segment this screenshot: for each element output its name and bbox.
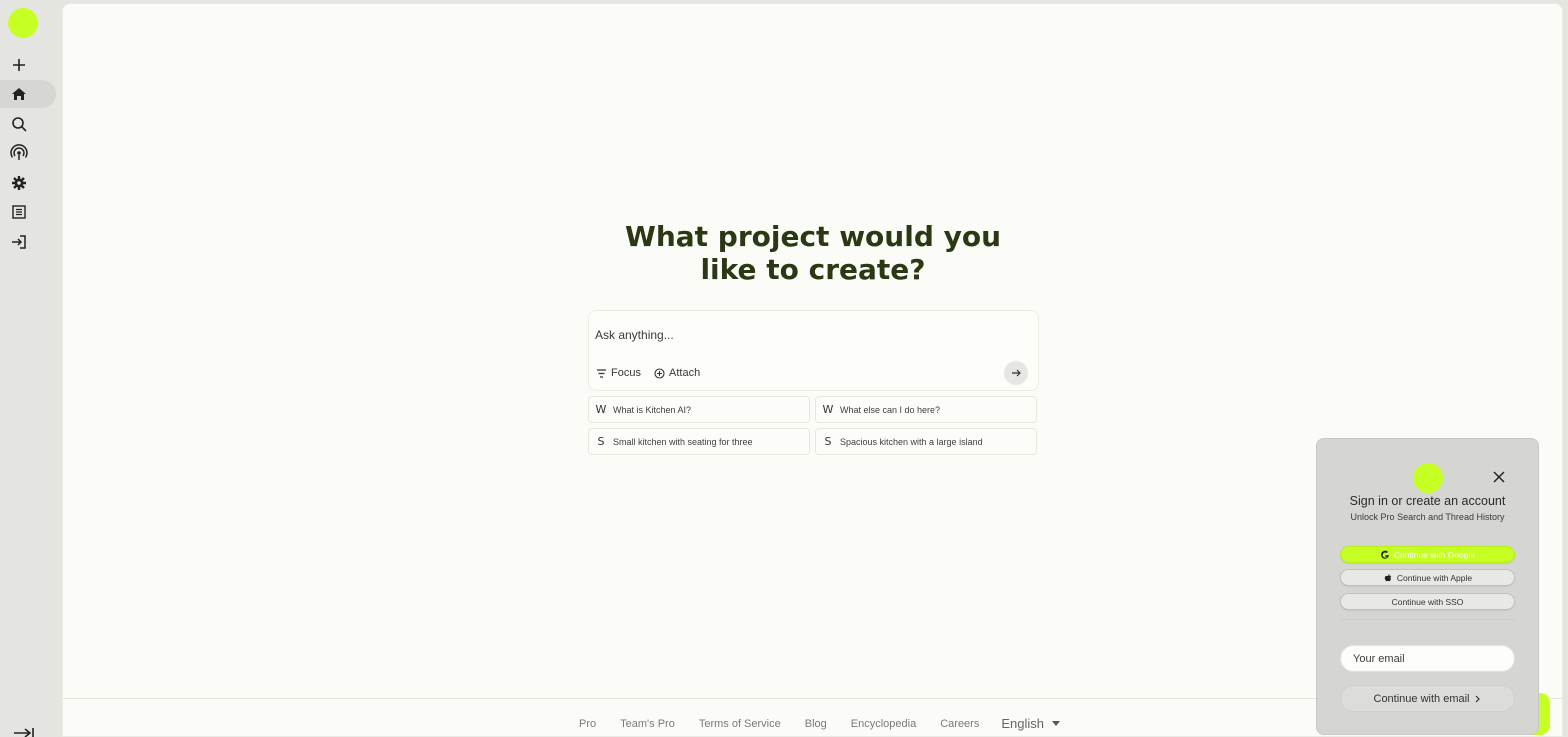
close-icon[interactable] [1491, 469, 1507, 485]
login-icon [12, 235, 26, 249]
modal-divider [1340, 619, 1515, 620]
suggestion-text: Small kitchen with seating for three [613, 436, 753, 447]
suggestion-text: Spacious kitchen with a large island [840, 436, 983, 447]
language-label: English [1001, 716, 1044, 731]
footer-link-pro[interactable]: Pro [579, 718, 596, 730]
continue-email-button[interactable]: Continue with email [1340, 685, 1515, 712]
suggestion-letter: W [822, 403, 834, 416]
focus-label: Focus [611, 367, 641, 379]
continue-google-button[interactable]: Continue with Google [1340, 546, 1515, 563]
continue-apple-button[interactable]: Continue with Apple [1340, 569, 1515, 586]
search-icon [12, 117, 27, 132]
composer: Focus Attach [588, 310, 1039, 391]
modal-subtitle: Unlock Pro Search and Thread History [1350, 512, 1505, 522]
chevron-right-icon [1475, 695, 1480, 702]
sidebar [0, 0, 62, 737]
attach-label: Attach [669, 367, 701, 379]
suggestion-letter: S [597, 435, 605, 448]
suggestion-text: What else can I do here? [840, 404, 941, 415]
footer-link-terms[interactable]: Terms of Service [699, 718, 781, 730]
modal-title: Sign in or create an account [1349, 494, 1506, 508]
apple-icon [1384, 573, 1392, 581]
submit-button[interactable] [1004, 361, 1028, 385]
suggestion-item[interactable]: S Spacious kitchen with a large island [815, 428, 1037, 455]
footer-link-careers[interactable]: Careers [940, 718, 979, 730]
suggestion-letter: W [595, 403, 607, 416]
arrow-right-icon [1012, 369, 1021, 377]
suggestion-text: What is Kitchen AI? [613, 404, 692, 415]
apple-label: Continue with Apple [1396, 572, 1473, 583]
list-icon [12, 205, 26, 219]
sso-label: Continue with SSO [1391, 596, 1464, 607]
suggestion-item[interactable]: W What else can I do here? [815, 396, 1037, 423]
sidebar-item-home[interactable] [0, 80, 56, 108]
continue-sso-button[interactable]: Continue with SSO [1340, 593, 1515, 610]
footer-link-blog[interactable]: Blog [805, 718, 827, 730]
filter-icon [597, 368, 606, 378]
plus-circle-icon [654, 367, 665, 379]
email-field[interactable] [1340, 645, 1515, 672]
sidebar-item-discover[interactable] [0, 139, 56, 167]
google-label: Continue with Google [1393, 549, 1476, 560]
collapse-arrow-icon[interactable] [12, 724, 36, 737]
gear-icon [12, 176, 26, 190]
caret-down-icon [1051, 720, 1060, 726]
search-input[interactable] [595, 325, 995, 345]
plus-icon [13, 59, 25, 71]
sidebar-item-library[interactable] [0, 198, 56, 226]
attach-button[interactable]: Attach [654, 365, 700, 381]
suggestion-item[interactable]: S Small kitchen with seating for three [588, 428, 810, 455]
suggestion-item[interactable]: W What is Kitchen AI? [588, 396, 810, 423]
sidebar-item-search[interactable] [0, 110, 56, 138]
google-icon [1380, 550, 1389, 559]
focus-button[interactable]: Focus [596, 365, 641, 381]
continue-email-label: Continue with email [1373, 692, 1470, 705]
home-icon [12, 88, 26, 100]
language-select[interactable]: English [1001, 716, 1060, 731]
modal-logo [1413, 463, 1443, 493]
sidebar-item-sign-in[interactable] [0, 228, 56, 256]
sidebar-item-settings[interactable] [0, 169, 56, 197]
logo[interactable] [8, 8, 38, 38]
footer-link-encyclopedia[interactable]: Encyclopedia [851, 718, 916, 730]
page-title: What project would you like to create? [624, 220, 1002, 286]
new-thread-button[interactable] [0, 51, 56, 79]
broadcast-icon [10, 144, 28, 160]
suggestion-letter: S [824, 435, 832, 448]
footer-link-teams-pro[interactable]: Team's Pro [620, 718, 675, 730]
auth-modal: Sign in or create an account Unlock Pro … [1316, 438, 1539, 735]
